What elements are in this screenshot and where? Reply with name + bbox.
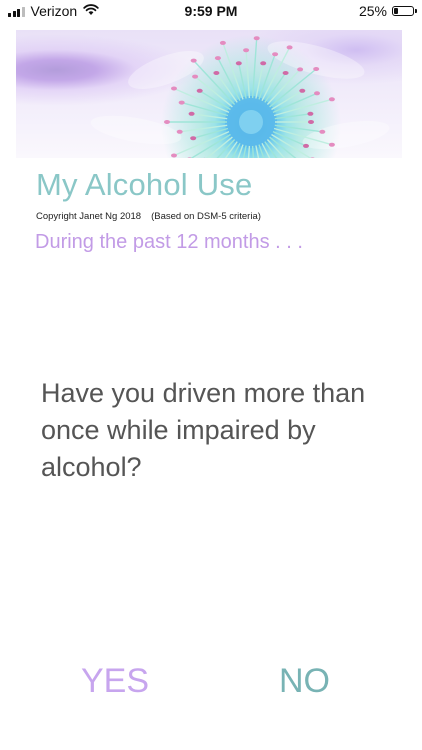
flower-illustration	[90, 36, 390, 158]
battery-icon	[392, 6, 417, 16]
battery-percent: 25%	[358, 3, 387, 19]
screen: Verizon 9:59 PM 25% My Alcohol Use Copyr…	[0, 0, 422, 750]
copyright-text: Copyright Janet Ng 2018 (Based on DSM-5 c…	[36, 211, 261, 222]
app-title: My Alcohol Use	[36, 167, 253, 202]
criteria-label: (Based on DSM-5 criteria)	[151, 211, 261, 222]
status-bar: Verizon 9:59 PM 25%	[0, 0, 422, 24]
copyright-label: Copyright Janet Ng 2018	[36, 211, 142, 222]
status-right: 25%	[358, 3, 417, 19]
time-frame-subtitle: During the past 12 months . . .	[35, 231, 303, 253]
no-button[interactable]: NO	[279, 662, 330, 701]
question-text: Have you driven more than once while imp…	[41, 378, 366, 482]
flower-banner-image	[16, 30, 402, 158]
yes-button[interactable]: YES	[81, 662, 149, 701]
battery-level	[394, 8, 398, 14]
